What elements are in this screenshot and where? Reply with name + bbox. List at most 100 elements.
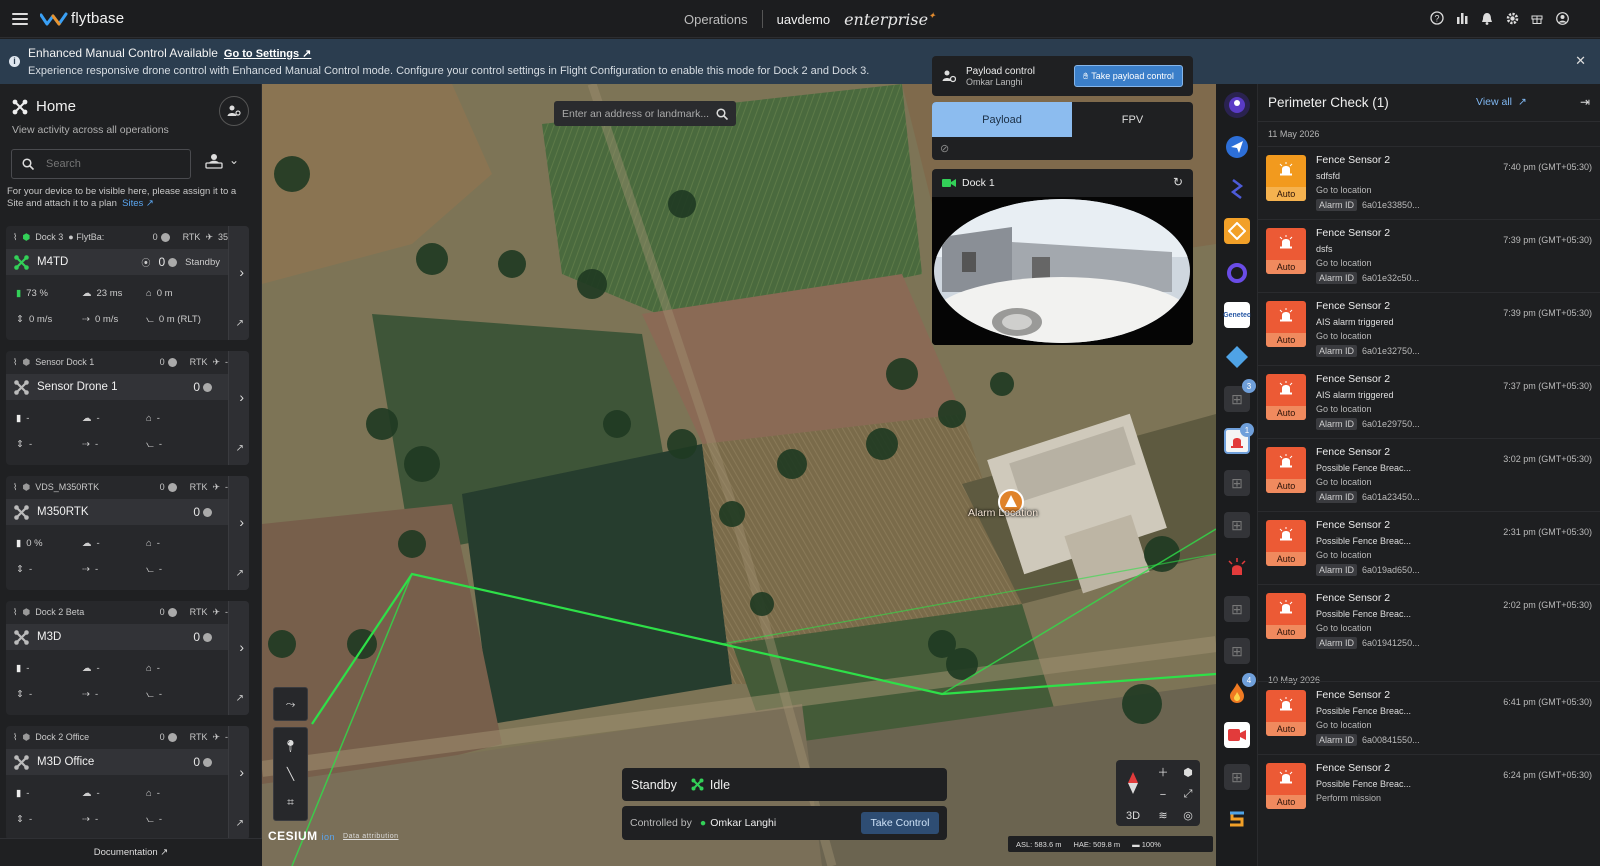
siren-light-icon[interactable] [1224, 554, 1250, 580]
alarm-siren-icon[interactable]: 1 [1224, 423, 1254, 454]
alert-card[interactable]: Auto Fence Sensor 2 AIS alarm triggered … [1258, 292, 1600, 364]
alert-card[interactable]: Auto Fence Sensor 2 sdfsfd Go to locatio… [1258, 146, 1600, 218]
locate-icon[interactable]: ◎ [1176, 805, 1200, 826]
alert-card[interactable]: Auto Fence Sensor 2 Possible Fence Breac… [1258, 681, 1600, 753]
grid-icon[interactable]: ⊞ [1224, 638, 1250, 664]
grid-icon[interactable]: ⊞ [1224, 512, 1250, 538]
alert-action-link[interactable]: Go to location [1316, 185, 1372, 195]
take-control-button[interactable]: Take Control [861, 812, 939, 834]
drone-count: 0 [193, 505, 212, 519]
cloud-icon: ☁︎ [82, 788, 92, 799]
alert-action-link[interactable]: Go to location [1316, 331, 1372, 341]
zoom-in-button[interactable]: ＋ [1150, 760, 1176, 784]
genetec-icon[interactable]: Genetec [1223, 302, 1251, 328]
send-icon[interactable] [1224, 134, 1250, 160]
bar-chart-icon[interactable] [1454, 10, 1470, 26]
dock-camera-feed[interactable] [932, 197, 1193, 345]
record-camera-icon[interactable] [1224, 722, 1250, 748]
external-link-icon[interactable]: ↗ [236, 318, 244, 329]
refresh-icon[interactable]: ↻ [1173, 175, 1183, 189]
grid-icon[interactable]: ⊞ [1224, 764, 1250, 790]
external-link-icon[interactable]: ↗ [236, 568, 244, 579]
alert-action-link[interactable]: Go to location [1316, 477, 1372, 487]
fire-icon[interactable]: 4 [1224, 673, 1256, 706]
drone-path-button[interactable]: ⤳ [273, 687, 308, 721]
horizontal-speed-value: 0 m/s [94, 314, 119, 325]
map-search[interactable]: Enter an address or landmark... [554, 101, 736, 126]
external-link-icon[interactable]: ↗ [236, 693, 244, 704]
operations-link[interactable]: Operations [684, 12, 748, 27]
pin-icon[interactable]: 📍︎ [274, 732, 307, 760]
tab-fpv[interactable]: FPV [1072, 102, 1193, 137]
help-icon[interactable]: ? [1429, 10, 1445, 26]
device-card[interactable]: ⌇ ⬢ Dock 2 Office 0 RTK ✈︎ - M3D Office … [6, 726, 249, 840]
assign-user-button[interactable] [219, 96, 249, 126]
compass-icon[interactable] [1116, 760, 1150, 805]
device-card[interactable]: ⌇ ⬢ Dock 2 Beta 0 RTK ✈︎ - M3D 0 ▮ - ☁︎ - … [6, 601, 249, 715]
view-all-link[interactable]: View all ↗ [1476, 96, 1527, 108]
alert-description: Possible Fence Breac... [1316, 779, 1412, 789]
alert-card[interactable]: Auto Fence Sensor 2 Possible Fence Breac… [1258, 754, 1600, 826]
device-card[interactable]: ⌇ ⬢ Dock 3 ● FlytBa: 0 RTK ✈︎ 35 M4TD ⦿ … [6, 226, 249, 340]
layers-icon[interactable]: ≋ [1150, 805, 1176, 826]
gift-icon[interactable] [1529, 10, 1545, 26]
gear-icon[interactable] [1504, 10, 1520, 26]
alert-action-link[interactable]: Go to location [1316, 720, 1372, 730]
alert-action-link[interactable]: Go to location [1316, 623, 1372, 633]
documentation-link[interactable]: Documentation ↗ [0, 838, 262, 866]
crop-icon[interactable]: ⌗ [274, 788, 307, 816]
diamond-icon[interactable] [1224, 344, 1250, 370]
bell-icon[interactable] [1479, 10, 1495, 26]
go-to-settings-link[interactable]: Go to Settings ↗ [224, 48, 311, 60]
take-payload-control-button[interactable]: ✋︎ Take payload control [1074, 65, 1183, 87]
alarm-id-value: 6a01e32c50... [1362, 273, 1420, 283]
s-logo-icon[interactable] [1224, 806, 1250, 832]
device-filter-button[interactable]: ⌄ [205, 153, 239, 169]
collapse-panel-icon[interactable]: ⇥ [1580, 95, 1590, 109]
chevron-right-icon[interactable]: › [239, 514, 244, 530]
data-attribution-link[interactable]: Data attribution [343, 833, 398, 840]
dna-icon[interactable] [1224, 176, 1250, 202]
edition-label: enterprise✦ [844, 10, 936, 29]
alert-card[interactable]: Auto Fence Sensor 2 Possible Fence Breac… [1258, 511, 1600, 583]
alert-action-link[interactable]: Perform mission [1316, 793, 1381, 803]
grid-icon[interactable]: ⊞ [1224, 596, 1250, 622]
chevron-right-icon[interactable]: › [239, 764, 244, 780]
chevron-right-icon[interactable]: › [239, 389, 244, 405]
diamond-logo-icon[interactable] [1224, 218, 1250, 244]
view-mode-button[interactable]: 3D [1116, 805, 1150, 826]
user-icon[interactable] [1554, 10, 1570, 26]
satellite-icon: ✈︎ [205, 231, 213, 242]
alert-card[interactable]: Auto Fence Sensor 2 Possible Fence Breac… [1258, 438, 1600, 510]
external-link-icon[interactable]: ↗ [236, 443, 244, 454]
grid-icon[interactable]: ⊞ 3 [1224, 379, 1256, 412]
search-input[interactable] [46, 158, 166, 170]
alert-action-link[interactable]: Go to location [1316, 550, 1372, 560]
org-name[interactable]: uavdemo [777, 12, 830, 27]
menu-icon[interactable] [12, 12, 28, 25]
tab-payload[interactable]: Payload [932, 102, 1072, 137]
external-link-icon[interactable]: ↗ [236, 818, 244, 829]
chevron-right-icon[interactable]: › [239, 639, 244, 655]
chevron-right-icon[interactable]: › [239, 264, 244, 280]
alert-action-link[interactable]: Go to location [1316, 404, 1372, 414]
device-search[interactable] [11, 149, 191, 179]
cube-icon[interactable]: ⬢ [1176, 760, 1200, 784]
device-card[interactable]: ⌇ ⬢ Sensor Dock 1 0 RTK ✈︎ - Sensor Dron… [6, 351, 249, 465]
signal-icon: ⌇ [13, 606, 18, 617]
integration-icon-1[interactable] [1224, 92, 1250, 118]
alert-card[interactable]: Auto Fence Sensor 2 Possible Fence Breac… [1258, 584, 1600, 656]
sites-link[interactable]: Sites ↗ [122, 198, 154, 209]
alert-card[interactable]: Auto Fence Sensor 2 dsfs Go to location … [1258, 219, 1600, 291]
measure-line-icon[interactable]: ╲ [274, 760, 307, 788]
fullscreen-icon[interactable]: ⤢ [1176, 784, 1200, 805]
logo[interactable]: flytbase [40, 10, 124, 27]
alert-action-link[interactable]: Go to location [1316, 258, 1372, 268]
device-card[interactable]: ⌇ ⬢ VDS_M350RTK 0 RTK ✈︎ - M350RTK 0 ▮ 0 … [6, 476, 249, 590]
close-icon[interactable]: ✕ [1575, 53, 1586, 69]
ring-icon[interactable] [1224, 260, 1250, 286]
alert-card[interactable]: Auto Fence Sensor 2 AIS alarm triggered … [1258, 365, 1600, 437]
alerts-panel: Perimeter Check (1) View all ↗ ⇥ 11 May 2… [1258, 84, 1600, 866]
grid-icon[interactable]: ⊞ [1224, 470, 1250, 496]
zoom-out-button[interactable]: − [1150, 784, 1176, 805]
